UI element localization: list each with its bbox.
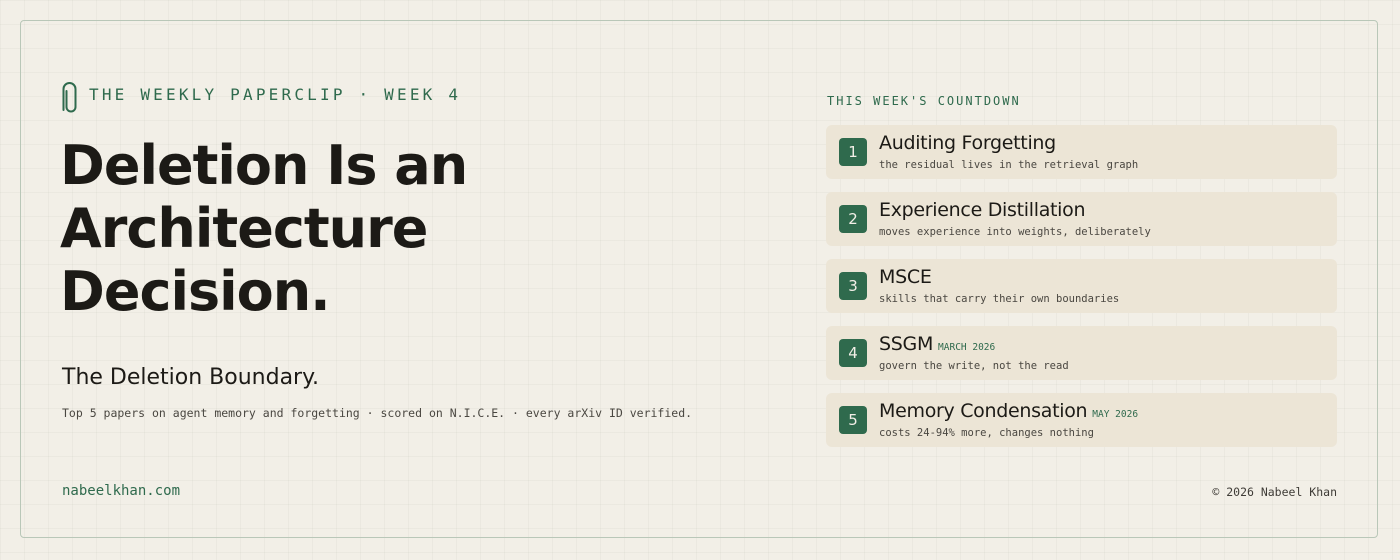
brand-header: THE WEEKLY PAPERCLIP · WEEK 4: [60, 82, 461, 116]
item-title: SSGM: [879, 333, 934, 355]
countdown-item: 2 Experience Distillation moves experien…: [826, 192, 1337, 246]
countdown-item: 3 MSCE skills that carry their own bound…: [826, 259, 1337, 313]
item-subtitle: the residual lives in the retrieval grap…: [879, 159, 1139, 171]
rank-badge: 3: [839, 272, 867, 300]
page-title: Deletion Is an Architecture Decision.: [60, 134, 580, 323]
countdown-list: 1 Auditing Forgetting the residual lives…: [826, 125, 1337, 447]
item-subtitle: moves experience into weights, deliberat…: [879, 226, 1151, 238]
copyright: © 2026 Nabeel Khan: [1212, 485, 1337, 499]
headline-line: Decision.: [60, 260, 331, 323]
item-date: MARCH 2026: [938, 342, 996, 353]
countdown-item: 4 SSGM MARCH 2026 govern the write, not …: [826, 326, 1337, 380]
item-title: Experience Distillation: [879, 199, 1086, 221]
brand-label: THE WEEKLY PAPERCLIP · WEEK 4: [89, 84, 462, 104]
item-subtitle: costs 24-94% more, changes nothing: [879, 427, 1094, 439]
item-subtitle: govern the write, not the read: [879, 360, 1069, 372]
rank-badge: 4: [839, 339, 867, 367]
item-title: Auditing Forgetting: [879, 132, 1056, 154]
item-title: MSCE: [879, 266, 932, 288]
countdown-item: 1 Auditing Forgetting the residual lives…: [826, 125, 1337, 179]
item-title-row: MSCE: [879, 266, 937, 288]
site-link[interactable]: nabeelkhan.com: [62, 483, 180, 499]
rank-badge: 1: [839, 138, 867, 166]
rank-badge: 5: [839, 406, 867, 434]
item-title: Memory Condensation: [879, 400, 1088, 422]
countdown-heading: THIS WEEK'S COUNTDOWN: [827, 94, 1021, 108]
item-title-row: Memory Condensation MAY 2026: [879, 400, 1138, 422]
item-title-row: SSGM MARCH 2026: [879, 333, 995, 355]
item-date: MAY 2026: [1092, 409, 1139, 420]
subtitle: The Deletion Boundary.: [62, 365, 319, 390]
paperclip-icon: [62, 82, 77, 113]
headline-line: Architecture: [60, 197, 428, 260]
item-subtitle: skills that carry their own boundaries: [879, 293, 1120, 305]
item-title-row: Auditing Forgetting: [879, 132, 1061, 154]
headline-line: Deletion Is an: [60, 134, 468, 197]
rank-badge: 2: [839, 205, 867, 233]
countdown-item: 5 Memory Condensation MAY 2026 costs 24-…: [826, 393, 1337, 447]
description: Top 5 papers on agent memory and forgett…: [62, 406, 693, 420]
item-title-row: Experience Distillation: [879, 199, 1090, 221]
